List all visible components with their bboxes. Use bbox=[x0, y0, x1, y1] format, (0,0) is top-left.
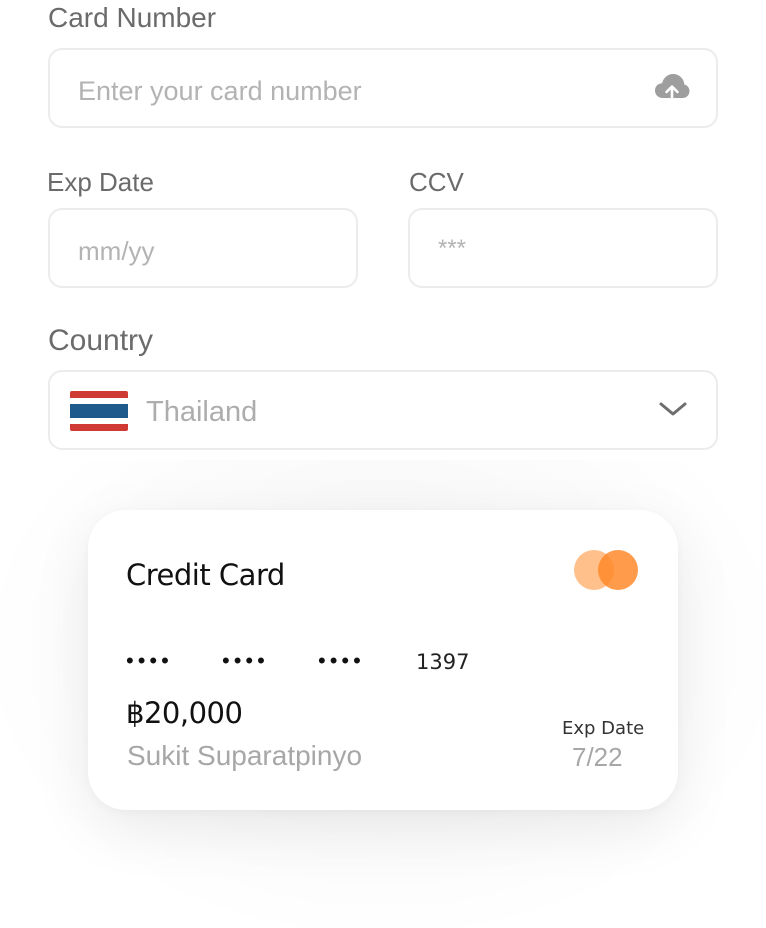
mastercard-logo-icon bbox=[574, 550, 640, 590]
cloud-upload-icon[interactable] bbox=[654, 72, 690, 106]
masked-group-1: •••• bbox=[126, 648, 173, 673]
country-label: Country bbox=[48, 324, 154, 357]
masked-group-2: •••• bbox=[222, 648, 269, 673]
card-balance: ฿20,000 bbox=[126, 696, 243, 730]
ccv-input[interactable] bbox=[438, 232, 688, 266]
card-last-four: 1397 bbox=[416, 650, 470, 674]
exp-date-input[interactable] bbox=[78, 234, 328, 268]
exp-date-field[interactable] bbox=[48, 208, 358, 288]
card-holder-name: Sukit Suparatpinyo bbox=[127, 740, 363, 771]
masked-group-3: •••• bbox=[318, 648, 365, 673]
country-selected-value: Thailand bbox=[146, 396, 258, 428]
credit-card-preview: Credit Card •••• •••• •••• 1397 ฿20,000 … bbox=[88, 510, 678, 810]
ccv-field[interactable] bbox=[408, 208, 718, 288]
card-title: Credit Card bbox=[126, 558, 285, 592]
payment-form-page: Card Number Exp Date CCV Country Thailan… bbox=[0, 0, 766, 928]
card-number-label: Card Number bbox=[48, 2, 217, 33]
card-number-field[interactable] bbox=[48, 48, 718, 128]
ccv-label: CCV bbox=[409, 167, 464, 197]
country-select[interactable]: Thailand bbox=[48, 370, 718, 450]
thailand-flag-icon bbox=[70, 391, 128, 431]
card-number-input[interactable] bbox=[78, 74, 618, 108]
card-exp-label: Exp Date bbox=[562, 718, 645, 739]
exp-date-label: Exp Date bbox=[47, 167, 154, 197]
chevron-down-icon[interactable] bbox=[658, 398, 688, 420]
card-exp-value: 7/22 bbox=[572, 742, 623, 772]
